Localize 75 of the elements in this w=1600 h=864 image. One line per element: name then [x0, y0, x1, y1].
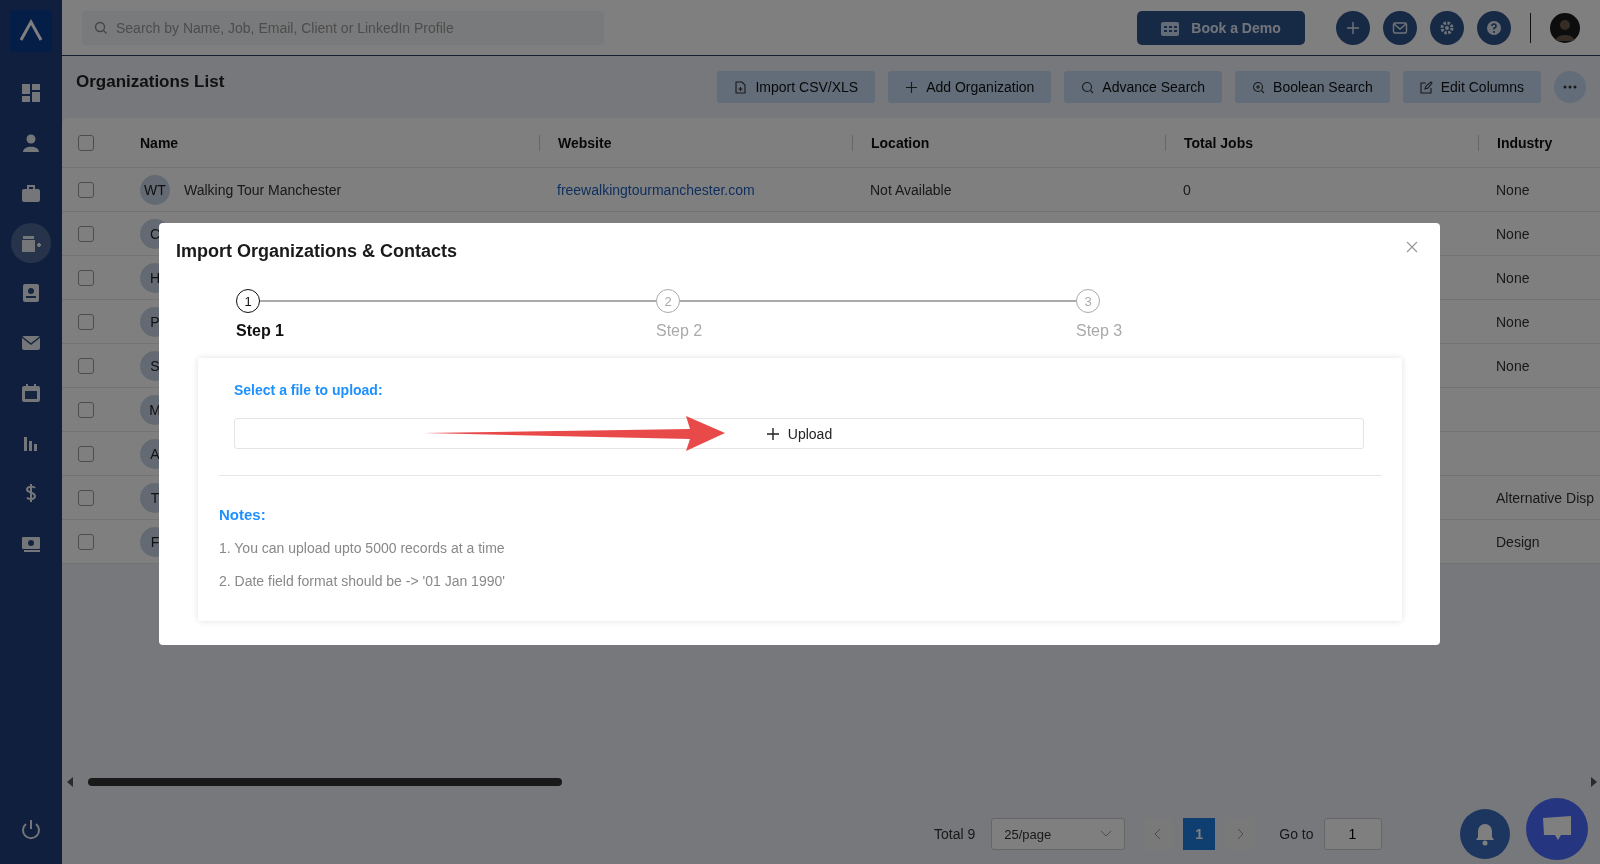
column-header[interactable]: Location — [871, 134, 930, 151]
user-avatar[interactable] — [1550, 12, 1580, 43]
go-to-label: Go to — [1279, 826, 1314, 842]
total-count: Total 9 — [934, 826, 976, 842]
power-icon[interactable] — [19, 818, 43, 842]
edit-icon — [1419, 80, 1433, 94]
checkbox[interactable] — [78, 446, 94, 463]
upload-label: Select a file to upload: — [234, 382, 384, 398]
column-header[interactable]: Industry — [1497, 134, 1553, 151]
checkbox[interactable] — [78, 358, 94, 375]
toolbar-button[interactable]: Edit Columns — [1402, 71, 1541, 103]
table-cell: 0 — [1183, 181, 1191, 198]
scroll-right-icon[interactable] — [1590, 777, 1598, 787]
dialog-title: Import Organizations & Contacts — [176, 241, 459, 262]
website-link[interactable]: freewalkingtourmanchester.com — [557, 181, 755, 198]
table-cell: Walking Tour Manchester — [184, 181, 342, 198]
checkbox[interactable] — [78, 314, 94, 331]
step-label: Step 2 — [656, 322, 704, 340]
contact-card-icon — [20, 282, 42, 304]
calendar-icon — [20, 382, 42, 404]
plus-icon — [765, 426, 780, 441]
briefcase-icon — [20, 182, 42, 204]
file-icon — [734, 80, 748, 94]
column-header[interactable]: Total Jobs — [1184, 134, 1253, 151]
add-icon[interactable] — [1336, 10, 1370, 45]
checkbox[interactable] — [78, 182, 94, 199]
toolbar-button[interactable]: Add Organization — [888, 71, 1052, 103]
step-label: Step 3 — [1076, 322, 1124, 340]
page-input[interactable]: 1 — [1323, 818, 1382, 850]
person-icon — [20, 132, 42, 154]
help-icon[interactable] — [1477, 10, 1511, 45]
checkbox[interactable] — [78, 135, 94, 152]
book-demo-button[interactable]: Book a Demo — [1137, 10, 1305, 45]
table-cell: Alternative Disp — [1496, 489, 1595, 506]
column-header[interactable]: Website — [558, 134, 612, 151]
checkbox[interactable] — [78, 490, 94, 507]
table-cell: Not Available — [870, 181, 952, 198]
toolbar-button[interactable]: Import CSV/XLS — [717, 71, 876, 103]
sidebar-item[interactable] — [11, 223, 51, 263]
notes-title: Notes: — [219, 506, 267, 523]
table-cell: None — [1496, 225, 1530, 242]
dashboard-icon — [20, 82, 42, 104]
toolbar-button[interactable]: Advance Search — [1064, 71, 1223, 103]
checkbox[interactable] — [78, 270, 94, 287]
note-text: 2. Date field format should be -> '01 Jan 1990' — [219, 573, 506, 589]
close-icon[interactable] — [1406, 241, 1418, 253]
table-cell: None — [1496, 313, 1530, 330]
table-cell: Design — [1496, 533, 1540, 550]
calendar-icon — [1161, 19, 1180, 36]
page-title: Organizations List — [76, 72, 225, 92]
caret-icon — [1100, 830, 1113, 838]
step-label: Step 1 — [236, 322, 285, 340]
search-icon — [1081, 80, 1095, 94]
mail-icon[interactable] — [1383, 10, 1417, 45]
upload-button[interactable]: Upload — [234, 418, 1364, 449]
scroll-left-icon[interactable] — [66, 777, 74, 787]
checkbox[interactable] — [78, 534, 94, 551]
checkbox[interactable] — [78, 402, 94, 419]
table-cell: None — [1496, 269, 1530, 286]
column-header[interactable]: Name — [140, 134, 179, 151]
zoom-icon — [1252, 80, 1266, 94]
page-button[interactable]: 1 — [1183, 818, 1216, 850]
note-text: 1. You can upload upto 5000 records at a time — [219, 540, 506, 556]
table-cell: None — [1496, 181, 1530, 198]
table-cell: None — [1496, 357, 1530, 374]
logo-icon[interactable] — [10, 10, 52, 52]
page-size-select[interactable]: 25/page — [991, 818, 1126, 850]
chevron-right-icon — [1236, 828, 1245, 840]
initials-avatar: WT — [140, 174, 170, 205]
chevron-left-icon — [1154, 828, 1163, 840]
plus-icon — [905, 80, 919, 94]
settings-icon[interactable] — [1430, 10, 1464, 45]
toolbar-button[interactable]: Boolean Search — [1235, 71, 1390, 103]
bell-icon[interactable] — [1460, 809, 1510, 859]
checkbox[interactable] — [78, 226, 94, 243]
